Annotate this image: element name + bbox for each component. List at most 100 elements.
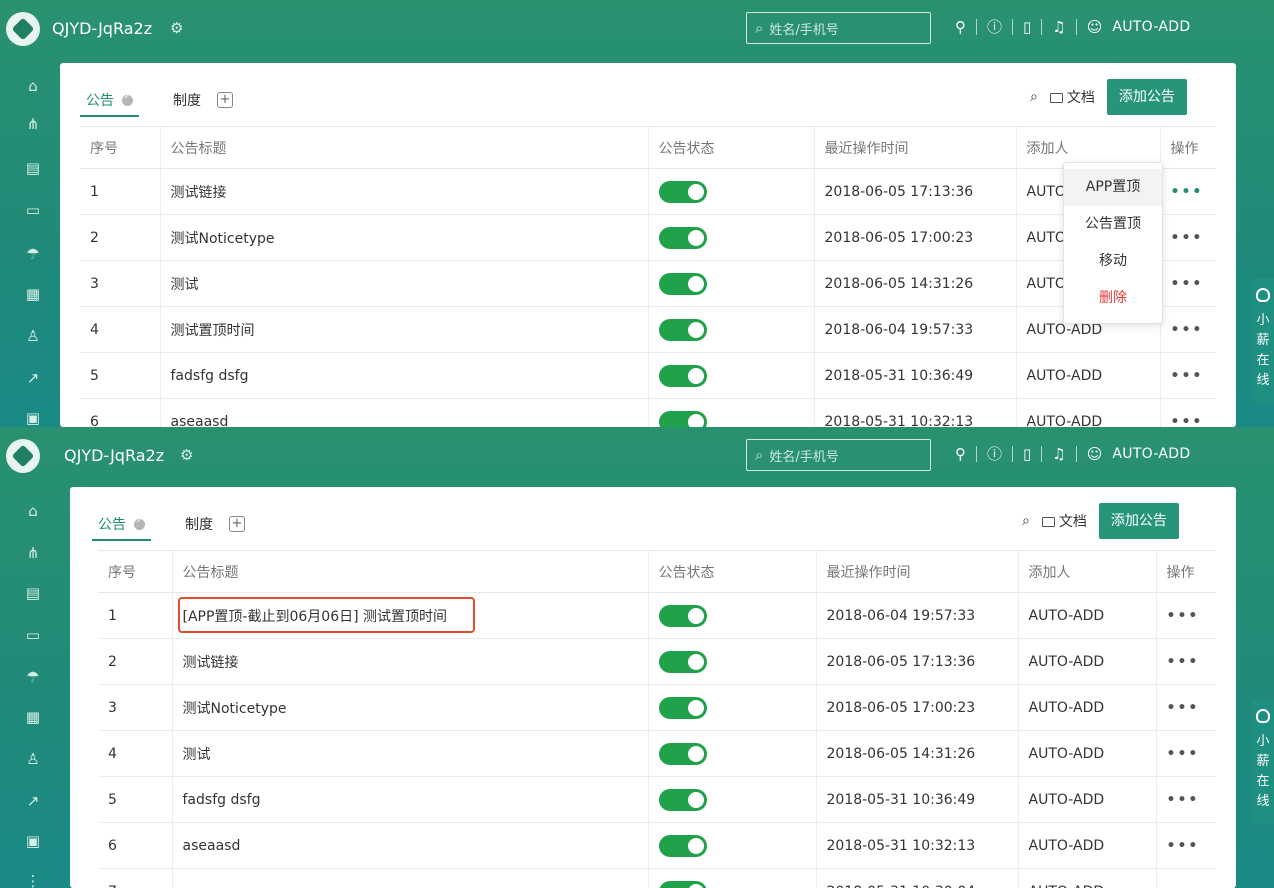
row-status[interactable] [647, 822, 816, 869]
row-status[interactable] [647, 638, 816, 685]
doc-link[interactable]: 文档 [1049, 87, 1095, 107]
row-action[interactable]: ••• [1159, 306, 1216, 353]
row-title[interactable]: aaaaaaa [171, 868, 648, 888]
mobile-icon[interactable]: ▯ [1023, 445, 1031, 463]
id-card-icon[interactable]: ▤ [24, 585, 42, 601]
more-actions-icon[interactable]: ••• [1167, 700, 1200, 716]
row-action[interactable]: ••• [1159, 352, 1216, 399]
row-action[interactable]: ••• [1159, 398, 1216, 427]
payroll-icon[interactable]: ▭ [24, 202, 42, 218]
tab-policy[interactable]: 制度 + [167, 83, 239, 117]
status-toggle[interactable] [658, 272, 707, 295]
row-title[interactable]: 测试 [171, 730, 648, 777]
row-title[interactable]: fadsfg dsfg [159, 352, 648, 399]
menu-item-app-pin[interactable]: APP置顶 [1064, 169, 1162, 206]
row-title[interactable]: 测试链接 [171, 638, 648, 685]
search-input[interactable]: ⌕ 姓名/手机号 [746, 439, 931, 471]
company-name[interactable]: QJYD-JqRa2z [52, 19, 152, 38]
table-row[interactable]: 5 fadsfg dsfg 2018-05-31 10:36:49 AUTO-ADD •… [80, 352, 1216, 399]
people-icon[interactable]: ♙ [24, 328, 42, 344]
table-row[interactable]: 4 测试 2018-06-05 14:31:26 AUTO-ADD ••• [98, 730, 1216, 777]
row-status[interactable] [647, 730, 816, 777]
more-actions-icon[interactable]: ••• [1167, 654, 1200, 670]
more-actions-icon[interactable]: ••• [1167, 838, 1200, 854]
more-actions-icon[interactable]: ••• [1167, 792, 1200, 808]
more-actions-icon[interactable]: ••• [1171, 184, 1204, 200]
user-name[interactable]: AUTO-ADD [1112, 19, 1190, 35]
table-row[interactable]: 2测试Noticetype2018-06-05 17:00:23AUTO-ADD… [80, 214, 1216, 261]
more-actions-icon[interactable]: ••• [1167, 746, 1200, 762]
attendance-icon[interactable]: ▦ [24, 709, 42, 725]
status-toggle[interactable] [658, 364, 707, 387]
gear-icon[interactable]: ⚙ [180, 446, 193, 464]
notice-icon[interactable]: ▣ [24, 833, 42, 849]
status-toggle[interactable] [658, 410, 707, 427]
help-icon[interactable]: ⓘ [987, 443, 1002, 464]
status-toggle[interactable] [658, 788, 707, 811]
row-title[interactable]: 测试Noticetype [159, 214, 648, 261]
row-action[interactable]: ••• [1155, 822, 1216, 869]
tab-announcement[interactable]: 公告 [92, 507, 151, 541]
user-avatar-icon[interactable]: ☺ [1087, 445, 1103, 463]
row-action[interactable]: ••• [1159, 260, 1216, 307]
row-title[interactable]: aseaasd [171, 822, 648, 869]
row-status[interactable] [647, 306, 814, 353]
table-row[interactable]: 3测试2018-06-05 14:31:26AUTO-ADD••• [80, 260, 1216, 307]
row-status[interactable] [647, 684, 816, 731]
company-name[interactable]: QJYD-JqRa2z [64, 446, 164, 465]
row-action[interactable]: ••• [1159, 168, 1216, 215]
table-row[interactable]: 7aaaaaaa 2018-05-31 10:30:04AUTO-ADD ••• [98, 868, 1216, 888]
payroll-icon[interactable]: ▭ [24, 627, 42, 643]
insurance-icon[interactable]: ☂ [24, 669, 42, 685]
org-chart-icon[interactable]: ⋔ [24, 545, 42, 561]
row-action[interactable]: ••• [1155, 592, 1216, 639]
home-icon[interactable]: ⌂ [24, 503, 42, 519]
row-title[interactable]: aseaasd [159, 398, 648, 427]
report-icon[interactable]: ↗ [24, 793, 42, 809]
status-toggle[interactable] [658, 742, 707, 765]
table-row[interactable]: 4 测试置顶时间 2018-06-04 19:57:33 AUTO-ADD ••• [80, 306, 1216, 353]
status-toggle[interactable] [658, 226, 707, 249]
row-status[interactable] [647, 352, 814, 399]
logo-icon[interactable] [6, 439, 40, 473]
online-support-widget[interactable]: 小 薪 在 线 [1252, 699, 1274, 824]
row-status[interactable] [647, 592, 816, 639]
menu-item-move[interactable]: 移动 [1064, 243, 1162, 280]
status-toggle[interactable] [658, 604, 707, 627]
user-switch-icon[interactable]: ⚲ [955, 445, 966, 463]
more-actions-icon[interactable]: ••• [1167, 884, 1200, 888]
row-action[interactable]: ••• [1155, 776, 1216, 823]
row-title[interactable]: 测试 [159, 260, 648, 307]
notice-icon[interactable]: ▣ [24, 410, 42, 426]
report-icon[interactable]: ↗ [24, 370, 42, 386]
org-chart-icon[interactable]: ⋔ [24, 116, 42, 132]
status-toggle[interactable] [658, 696, 707, 719]
user-avatar-icon[interactable]: ☺ [1087, 18, 1103, 36]
search-icon[interactable]: ⌕ [1030, 89, 1038, 105]
more-actions-icon[interactable]: ••• [1171, 322, 1204, 338]
table-row[interactable]: 1 [APP置顶-截止到06月06日] 测试置顶时间 2018-06-04 19:5… [98, 592, 1216, 639]
more-actions-icon[interactable]: ••• [1171, 230, 1204, 246]
tab-policy[interactable]: 制度 + [179, 507, 251, 541]
status-toggle[interactable] [658, 834, 707, 857]
row-status[interactable] [647, 260, 814, 307]
add-tab-icon[interactable]: + [229, 516, 245, 532]
more-actions-icon[interactable]: ••• [1171, 276, 1204, 292]
more-actions-icon[interactable]: ••• [1171, 368, 1204, 384]
add-announcement-button[interactable]: 添加公告 [1098, 503, 1179, 539]
search-icon[interactable]: ⌕ [1022, 513, 1030, 529]
user-name[interactable]: AUTO-ADD [1112, 446, 1190, 462]
mobile-icon[interactable]: ▯ [1023, 18, 1031, 36]
row-status[interactable] [647, 776, 816, 823]
row-title[interactable]: 测试Noticetype [171, 684, 648, 731]
row-status[interactable] [647, 868, 816, 888]
row-title[interactable]: fadsfg dsfg [171, 776, 648, 823]
status-toggle[interactable] [658, 880, 707, 888]
help-icon[interactable]: ⓘ [987, 16, 1002, 37]
table-row[interactable]: 5 fadsfg dsfg 2018-05-31 10:36:49 AUTO-ADD •… [98, 776, 1216, 823]
search-input[interactable]: ⌕ 姓名/手机号 [746, 12, 931, 44]
table-row[interactable]: 1测试链接2018-06-05 17:13:36AUTO-ADD••• [80, 168, 1216, 215]
menu-item-notice-pin[interactable]: 公告置顶 [1064, 206, 1162, 243]
menu-item-delete[interactable]: 删除 [1064, 280, 1162, 317]
insurance-icon[interactable]: ☂ [24, 246, 42, 262]
